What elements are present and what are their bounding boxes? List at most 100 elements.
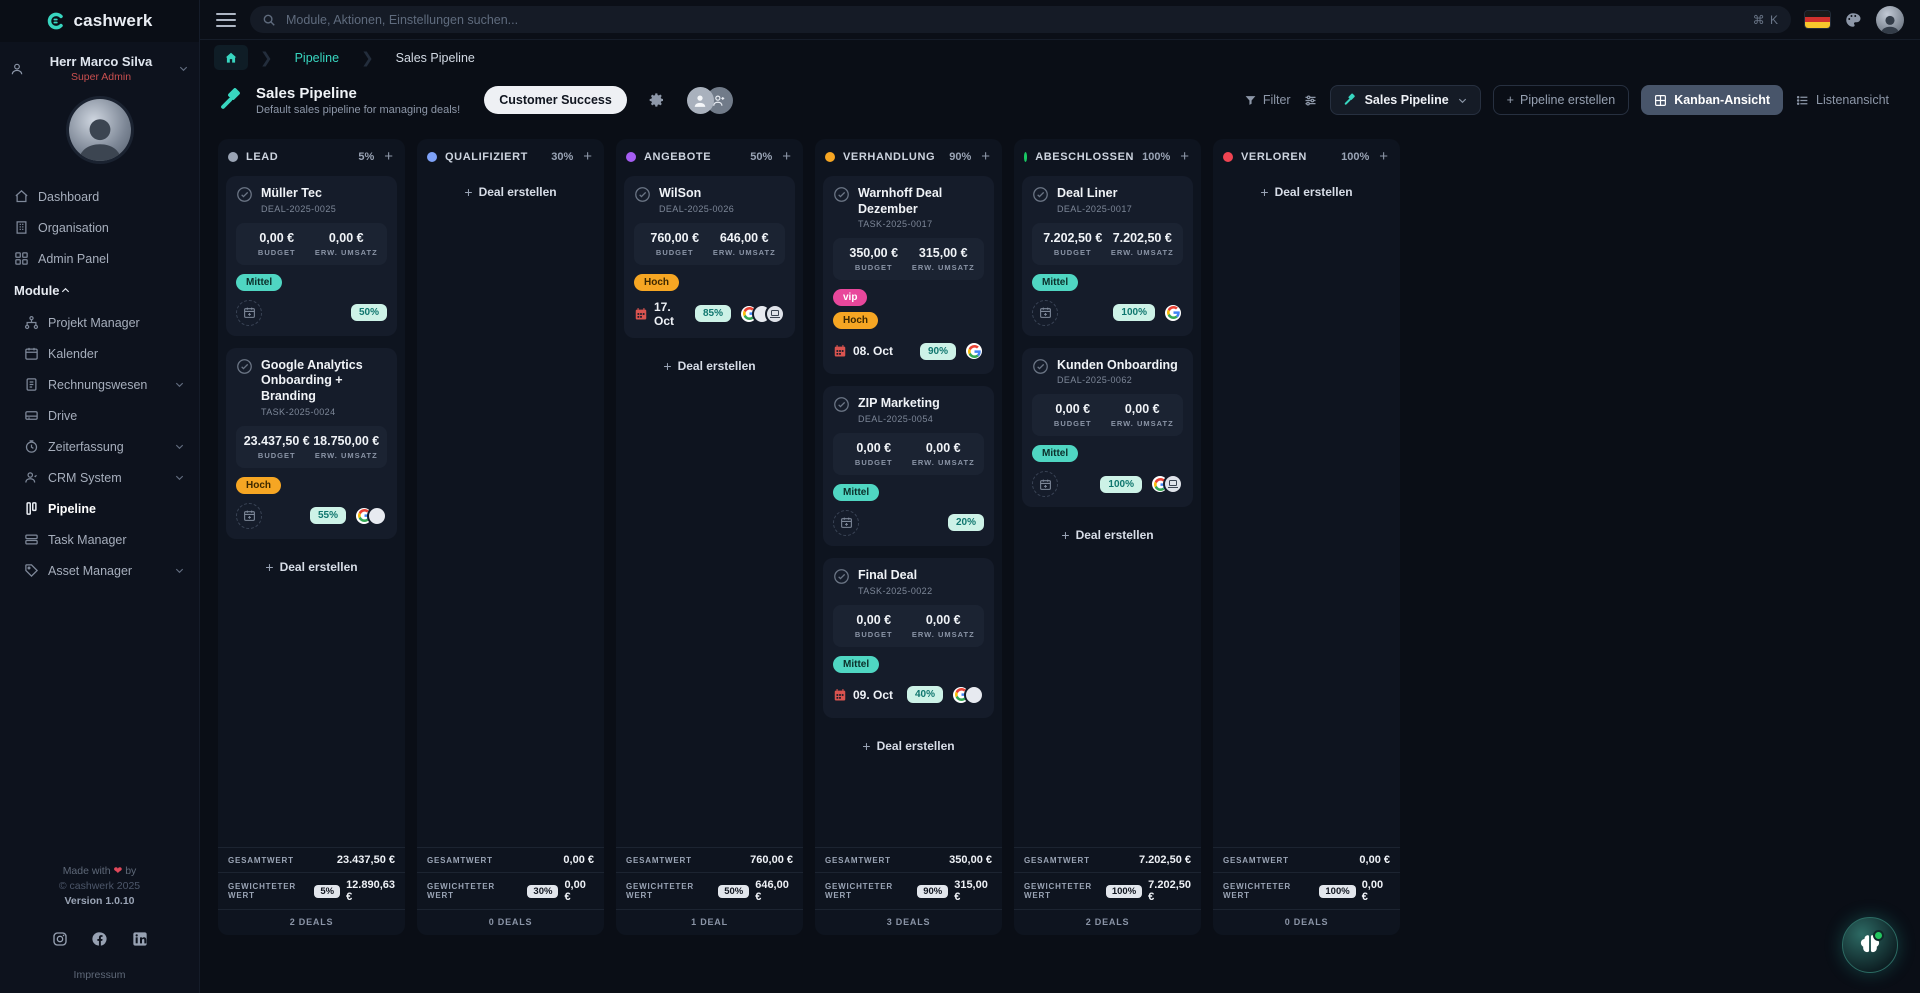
add-deal-button[interactable]: + [1377,149,1390,164]
sidebar-item-drive[interactable]: Drive [0,400,199,431]
column-percent: 5% [358,151,374,163]
calendar-icon [24,346,39,361]
deal-budget-value: 0,00 € [839,441,909,455]
create-deal-button[interactable]: +Deal erstellen [1022,519,1193,551]
sidebar-item-projekt-manager[interactable]: Projekt Manager [0,307,199,338]
hamburger-menu-icon[interactable] [216,13,236,27]
deal-card-header: Google Analytics Onboarding + BrandingTA… [236,358,387,417]
check-circle-icon [236,358,253,417]
priority-badge: Mittel [833,656,879,673]
profile-avatar[interactable] [1876,6,1904,34]
sidebar-item-crm-system[interactable]: CRM System [0,462,199,493]
list-view-button[interactable]: Listenansicht [1783,85,1902,115]
set-date-button[interactable] [236,503,262,529]
sidebar-item-admin-panel[interactable]: Admin Panel [0,243,199,274]
global-search: ⌘ K [250,6,1791,33]
facebook-icon[interactable] [92,931,108,947]
deal-expected-revenue-value: 0,00 € [909,441,979,455]
total-label: GESAMTWERT [626,856,692,865]
deal-card[interactable]: ZIP MarketingDEAL-2025-00540,00 €BUDGET0… [823,386,994,546]
pipeline-select[interactable]: Sales Pipeline [1330,85,1481,115]
language-flag-de[interactable] [1805,11,1830,28]
create-deal-button[interactable]: +Deal erstellen [226,551,397,583]
create-deal-button[interactable]: +Deal erstellen [823,730,994,762]
create-deal-button[interactable]: +Deal erstellen [1221,176,1392,208]
calendar-plus-icon [840,516,853,529]
set-date-button[interactable] [1032,471,1058,497]
deal-card[interactable]: WilSonDEAL-2025-0026760,00 €BUDGET646,00… [624,176,795,338]
add-deal-button[interactable]: + [979,149,992,164]
probability-badge: 55% [310,507,346,524]
sidebar-item-kalender[interactable]: Kalender [0,338,199,369]
theme-palette-icon[interactable] [1844,11,1862,29]
home-breadcrumb-icon[interactable] [214,45,248,70]
sidebar-item-dashboard[interactable]: Dashboard [0,181,199,212]
create-deal-button[interactable]: +Deal erstellen [425,176,596,208]
cashwerk-logo-icon [46,11,66,31]
user-avatar[interactable] [69,99,131,161]
deal-title: Google Analytics Onboarding + Branding [261,358,387,405]
create-deal-button[interactable]: +Deal erstellen [624,350,795,382]
deal-code: DEAL-2025-0017 [1057,204,1132,214]
sidebar-section-module[interactable]: Module [0,274,199,307]
filter-button[interactable]: Filter [1244,93,1291,107]
deal-avatars [1150,474,1183,494]
breadcrumb-sales-pipeline[interactable]: Sales Pipeline [386,46,485,70]
sidebar-item-task-manager[interactable]: Task Manager [0,524,199,555]
deal-card[interactable]: Warnhoff Deal DezemberTASK-2025-0017350,… [823,176,994,374]
deal-badges: Mittel [833,656,984,673]
add-deal-button[interactable]: + [581,149,594,164]
instagram-icon[interactable] [52,931,68,947]
sliders-icon[interactable] [1303,93,1318,108]
kanban-view-button[interactable]: Kanban-Ansicht [1641,85,1783,115]
sidebar-item-organisation[interactable]: Organisation [0,212,199,243]
deal-title: Warnhoff Deal Dezember [858,186,984,217]
kanban-column-qualifiziert: QUALIFIZIERT30%++Deal erstellenGESAMTWER… [417,139,604,935]
sidebar-item-pipeline[interactable]: Pipeline [0,493,199,524]
deal-budget-value: 760,00 € [640,231,710,245]
gear-icon[interactable] [649,92,665,108]
deal-card[interactable]: Deal Liner DEAL-2025-0017 7.202,50 €BUDGET… [1022,176,1193,336]
linkedin-icon[interactable] [132,931,148,947]
set-date-button[interactable] [1032,300,1058,326]
team-badge[interactable]: Customer Success [484,86,627,114]
deal-card[interactable]: Müller TecDEAL-2025-00250,00 €BUDGET0,00… [226,176,397,336]
deal-count: 0 DEALS [1213,910,1400,935]
user-menu[interactable]: Herr Marco Silva Super Admin [0,42,199,89]
deal-title: Deal Liner [1057,186,1132,202]
app-logo[interactable]: cashwerk [0,0,199,42]
set-date-button[interactable] [236,300,262,326]
add-deal-button[interactable]: + [382,149,395,164]
member-avatar-icon[interactable] [687,87,714,114]
set-date-button[interactable] [833,510,859,536]
breadcrumb-pipeline[interactable]: Pipeline [285,46,349,70]
deal-budget-value: 0,00 € [242,231,312,245]
main-area: ⌘ K ❯ Pipeline ❯ Sales Pipeline [200,0,1920,993]
online-status-dot [1873,930,1884,941]
priority-badge: vip [833,289,867,306]
total-row: GESAMTWERT350,00 € [815,848,1002,873]
deal-card[interactable]: Kunden OnboardingDEAL-2025-00620,00 €BUD… [1022,348,1193,508]
page-header: Sales Pipeline Default sales pipeline fo… [200,75,1920,131]
add-deal-button[interactable]: + [780,149,793,164]
create-pipeline-button[interactable]: + Pipeline erstellen [1493,85,1630,115]
impressum-link[interactable]: Impressum [0,969,199,981]
deal-budget-value: 0,00 € [839,613,909,627]
sidebar-item-zeiterfassung[interactable]: Zeiterfassung [0,431,199,462]
due-date-text: 17. Oct [654,300,689,328]
search-input[interactable] [284,12,1745,28]
probability-badge: 85% [695,305,731,322]
sidebar-item-asset-manager[interactable]: Asset Manager [0,555,199,586]
google-avatar [964,341,984,361]
weighted-row: GEWICHTETER WERT100%0,00 € [1213,873,1400,910]
deal-card[interactable]: Final DealTASK-2025-00220,00 €BUDGET0,00… [823,558,994,718]
deal-card[interactable]: Google Analytics Onboarding + BrandingTA… [226,348,397,539]
add-deal-button[interactable]: + [1178,149,1191,164]
ai-assistant-button[interactable] [1842,917,1898,973]
deal-values-panel: 7.202,50 €BUDGET7.202,50 €ERW. UMSATZ [1032,223,1183,265]
sidebar-item-rechnungswesen[interactable]: Rechnungswesen [0,369,199,400]
deal-badges: Mittel [833,484,984,501]
weighted-value: 7.202,50 € [1148,879,1191,903]
weighted-label: GEWICHTETER WERT [825,882,911,900]
drive-icon [24,408,39,423]
